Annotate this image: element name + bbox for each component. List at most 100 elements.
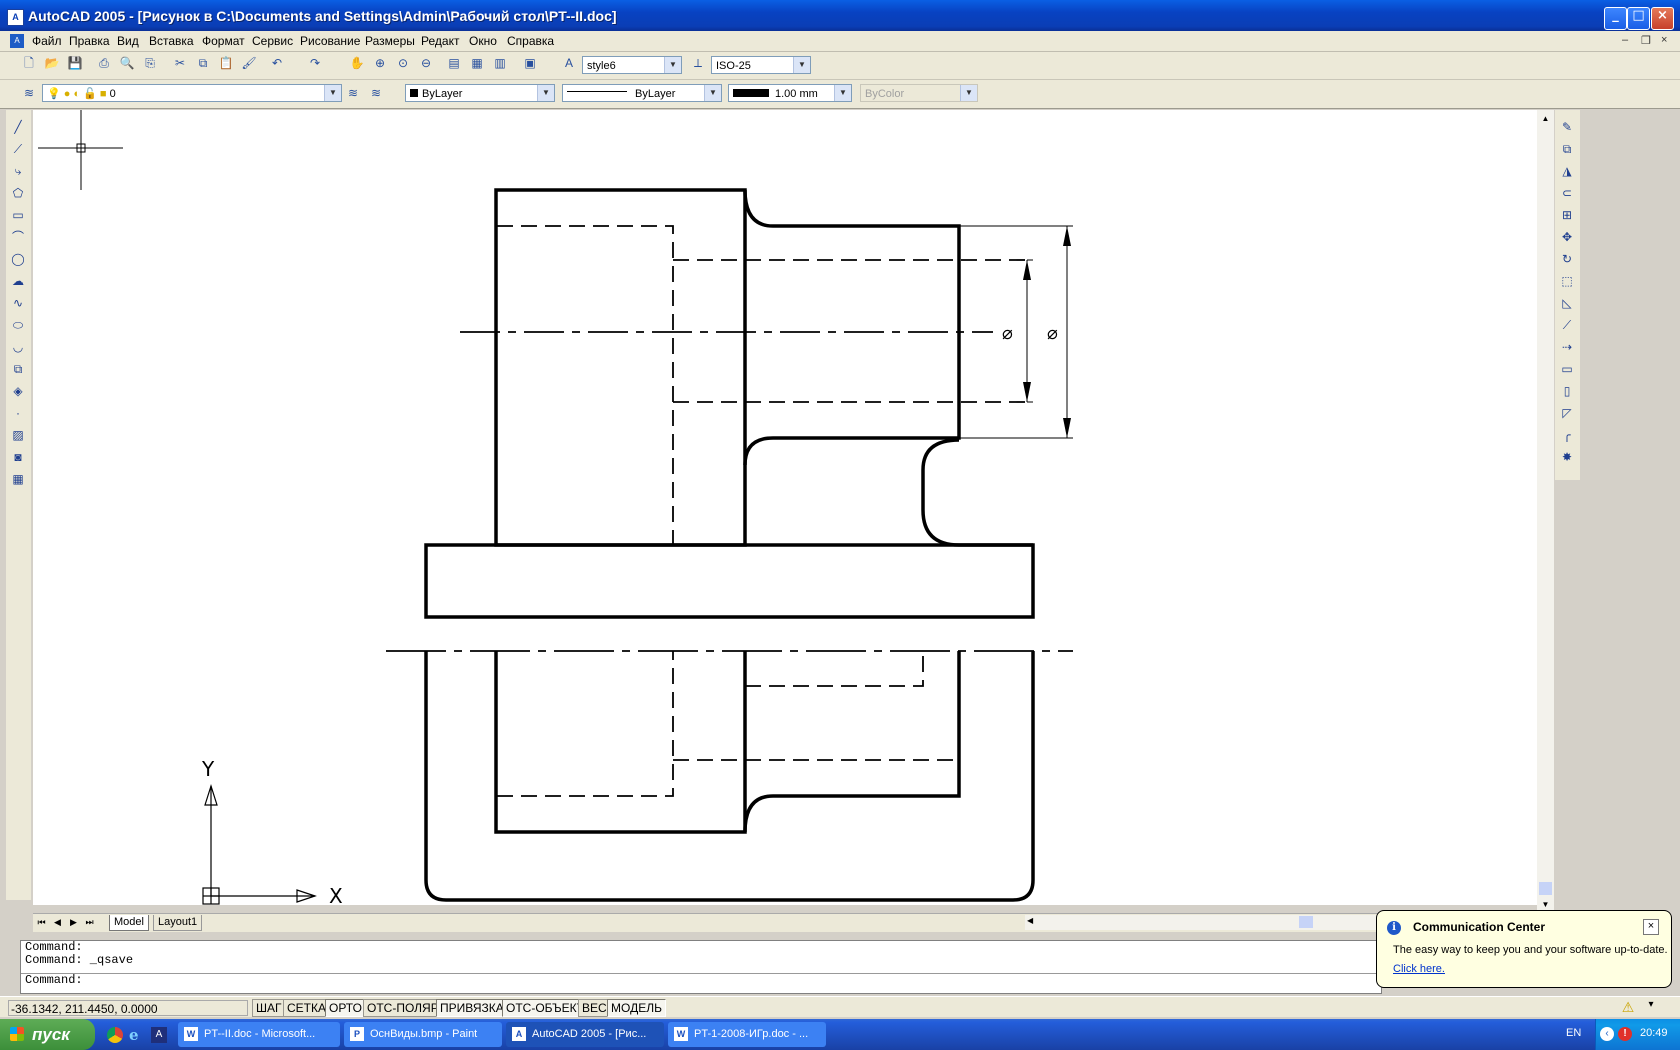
vertical-scrollbar[interactable]: ▲ ▼ <box>1537 110 1554 910</box>
scroll-thumb[interactable] <box>1539 882 1552 895</box>
menu-view[interactable]: Вид <box>117 34 139 48</box>
text-style-icon[interactable]: A <box>560 54 578 72</box>
construction-line-icon[interactable]: ⟋ <box>9 140 27 158</box>
redo-icon[interactable]: ↷ <box>306 54 324 72</box>
designcenter-icon[interactable]: ▦ <box>468 54 486 72</box>
save-icon[interactable]: 💾 <box>66 54 84 72</box>
chevron-down-icon[interactable]: ▼ <box>537 85 554 101</box>
polygon-icon[interactable]: ⬠ <box>9 184 27 202</box>
scroll-up-icon[interactable]: ▲ <box>1539 112 1552 125</box>
undo-icon[interactable]: ↶ <box>268 54 286 72</box>
tray-arrow-icon[interactable]: ‹ <box>1600 1027 1614 1041</box>
point-icon[interactable]: · <box>9 404 27 422</box>
menu-tools[interactable]: Сервис <box>252 34 293 48</box>
prev-tab-icon[interactable]: ◀ <box>51 916 64 929</box>
chevron-down-icon[interactable]: ▼ <box>664 57 681 73</box>
table-icon[interactable]: ▦ <box>9 470 27 488</box>
chevron-down-icon[interactable]: ▼ <box>834 85 851 101</box>
markup-icon[interactable]: ▣ <box>521 54 539 72</box>
drawing-svg[interactable]: ⌀ ⌀ X Y <box>33 110 1545 905</box>
rectangle-icon[interactable]: ▭ <box>9 206 27 224</box>
plot-preview-icon[interactable]: 🔍 <box>118 54 136 72</box>
stretch-icon[interactable]: ◺ <box>1558 294 1576 312</box>
new-icon[interactable]: 🗋 <box>20 54 38 72</box>
explode-icon[interactable]: ✸ <box>1558 448 1576 466</box>
internet-explorer-icon[interactable]: e <box>129 1027 145 1043</box>
zoom-window-icon[interactable]: ⊙ <box>394 54 412 72</box>
maximize-button[interactable]: □ <box>1627 7 1650 30</box>
menu-dimension[interactable]: Размеры <box>365 34 415 48</box>
copy-icon[interactable]: ⧉ <box>194 54 212 72</box>
region-icon[interactable]: ◙ <box>9 448 27 466</box>
menu-file[interactable]: Файл <box>32 34 62 48</box>
command-prompt[interactable]: Command: <box>21 973 1381 987</box>
taskbar-item-word-1[interactable]: W PT--II.doc - Microsoft... <box>178 1022 340 1047</box>
ellipse-arc-icon[interactable]: ◡ <box>9 338 27 356</box>
ortho-toggle[interactable]: ОРТО <box>325 999 366 1017</box>
doc-close-icon[interactable]: × <box>1661 34 1667 46</box>
chrome-icon[interactable] <box>107 1027 123 1043</box>
insert-block-icon[interactable]: ⧉ <box>9 360 27 378</box>
scroll-left-icon[interactable]: ◀ <box>1027 916 1033 925</box>
lineweight-select[interactable]: 1.00 mm ▼ <box>728 84 852 102</box>
polar-toggle[interactable]: ОТС-ПОЛЯР <box>363 999 443 1017</box>
next-tab-icon[interactable]: ▶ <box>67 916 80 929</box>
mirror-icon[interactable]: ◮ <box>1558 162 1576 180</box>
clock[interactable]: 20:49 <box>1640 1027 1668 1039</box>
autocad-quicklaunch-icon[interactable]: A <box>151 1027 167 1043</box>
menu-draw[interactable]: Рисование <box>300 34 360 48</box>
dim-style-select[interactable]: ISO-25 ▼ <box>711 56 811 74</box>
chevron-down-icon[interactable]: ▼ <box>704 85 721 101</box>
trim-icon[interactable]: ⟋ <box>1558 316 1576 334</box>
chevron-down-icon[interactable]: ▼ <box>793 57 810 73</box>
fillet-icon[interactable]: ╭ <box>1558 426 1576 444</box>
layer-previous-icon[interactable]: ≋ <box>367 84 385 102</box>
coordinates-display[interactable]: -36.1342, 211.4450, 0.0000 <box>8 1000 248 1016</box>
spline-icon[interactable]: ∿ <box>9 294 27 312</box>
cut-icon[interactable]: ✂ <box>171 54 189 72</box>
communication-center-icon[interactable]: ⚠ <box>1620 999 1636 1015</box>
menu-format[interactable]: Формат <box>202 34 245 48</box>
pan-icon[interactable]: ✋ <box>348 54 366 72</box>
last-tab-icon[interactable]: ⏭ <box>83 916 96 929</box>
layer-manager-icon[interactable]: ≋ <box>20 84 38 102</box>
osnap-toggle[interactable]: ПРИВЯЗКА <box>436 999 508 1017</box>
open-icon[interactable]: 📂 <box>43 54 61 72</box>
start-button[interactable]: пуск <box>0 1019 95 1050</box>
menu-window[interactable]: Окно <box>469 34 497 48</box>
doc-restore-icon[interactable]: ❐ <box>1641 34 1651 47</box>
make-current-layer-icon[interactable]: ≋ <box>344 84 362 102</box>
tab-layout1[interactable]: Layout1 <box>153 915 203 931</box>
rotate-icon[interactable]: ↻ <box>1558 250 1576 268</box>
hatch-icon[interactable]: ▨ <box>9 426 27 444</box>
taskbar-item-autocad[interactable]: A AutoCAD 2005 - [Рис... <box>506 1022 664 1047</box>
model-toggle[interactable]: МОДЕЛЬ <box>607 999 666 1017</box>
join-icon[interactable]: ▯ <box>1558 382 1576 400</box>
tab-model[interactable]: Model <box>109 915 149 931</box>
arc-icon[interactable]: ⌒ <box>9 228 27 246</box>
taskbar-item-word-2[interactable]: W PT-1-2008-ИГр.doc - ... <box>668 1022 826 1047</box>
array-icon[interactable]: ⊞ <box>1558 206 1576 224</box>
balloon-link[interactable]: Click here. <box>1393 963 1445 975</box>
publish-icon[interactable]: ⎘ <box>141 54 159 72</box>
revision-cloud-icon[interactable]: ☁ <box>9 272 27 290</box>
offset-icon[interactable]: ⊂ <box>1558 184 1576 202</box>
document-icon[interactable]: A <box>10 34 24 48</box>
first-tab-icon[interactable]: ⏮ <box>35 916 48 929</box>
zoom-realtime-icon[interactable]: ⊕ <box>371 54 389 72</box>
minimize-button[interactable]: _ <box>1604 7 1627 30</box>
balloon-close-icon[interactable]: × <box>1643 919 1659 935</box>
chamfer-icon[interactable]: ◸ <box>1558 404 1576 422</box>
text-style-select[interactable]: style6 ▼ <box>582 56 682 74</box>
move-icon[interactable]: ✥ <box>1558 228 1576 246</box>
menu-insert[interactable]: Вставка <box>149 34 194 48</box>
hscroll-thumb[interactable] <box>1299 916 1313 928</box>
zoom-previous-icon[interactable]: ⊖ <box>417 54 435 72</box>
circle-icon[interactable]: ◯ <box>9 250 27 268</box>
status-menu-icon[interactable]: ▾ <box>1644 999 1658 1015</box>
copy-object-icon[interactable]: ⧉ <box>1558 140 1576 158</box>
make-block-icon[interactable]: ◈ <box>9 382 27 400</box>
drawing-canvas[interactable]: ⌀ ⌀ X Y <box>33 110 1545 905</box>
security-alert-icon[interactable]: ! <box>1618 1027 1632 1041</box>
layer-select[interactable]: 💡 ● ◐ 🔓 ■ 0 ▼ <box>42 84 342 102</box>
